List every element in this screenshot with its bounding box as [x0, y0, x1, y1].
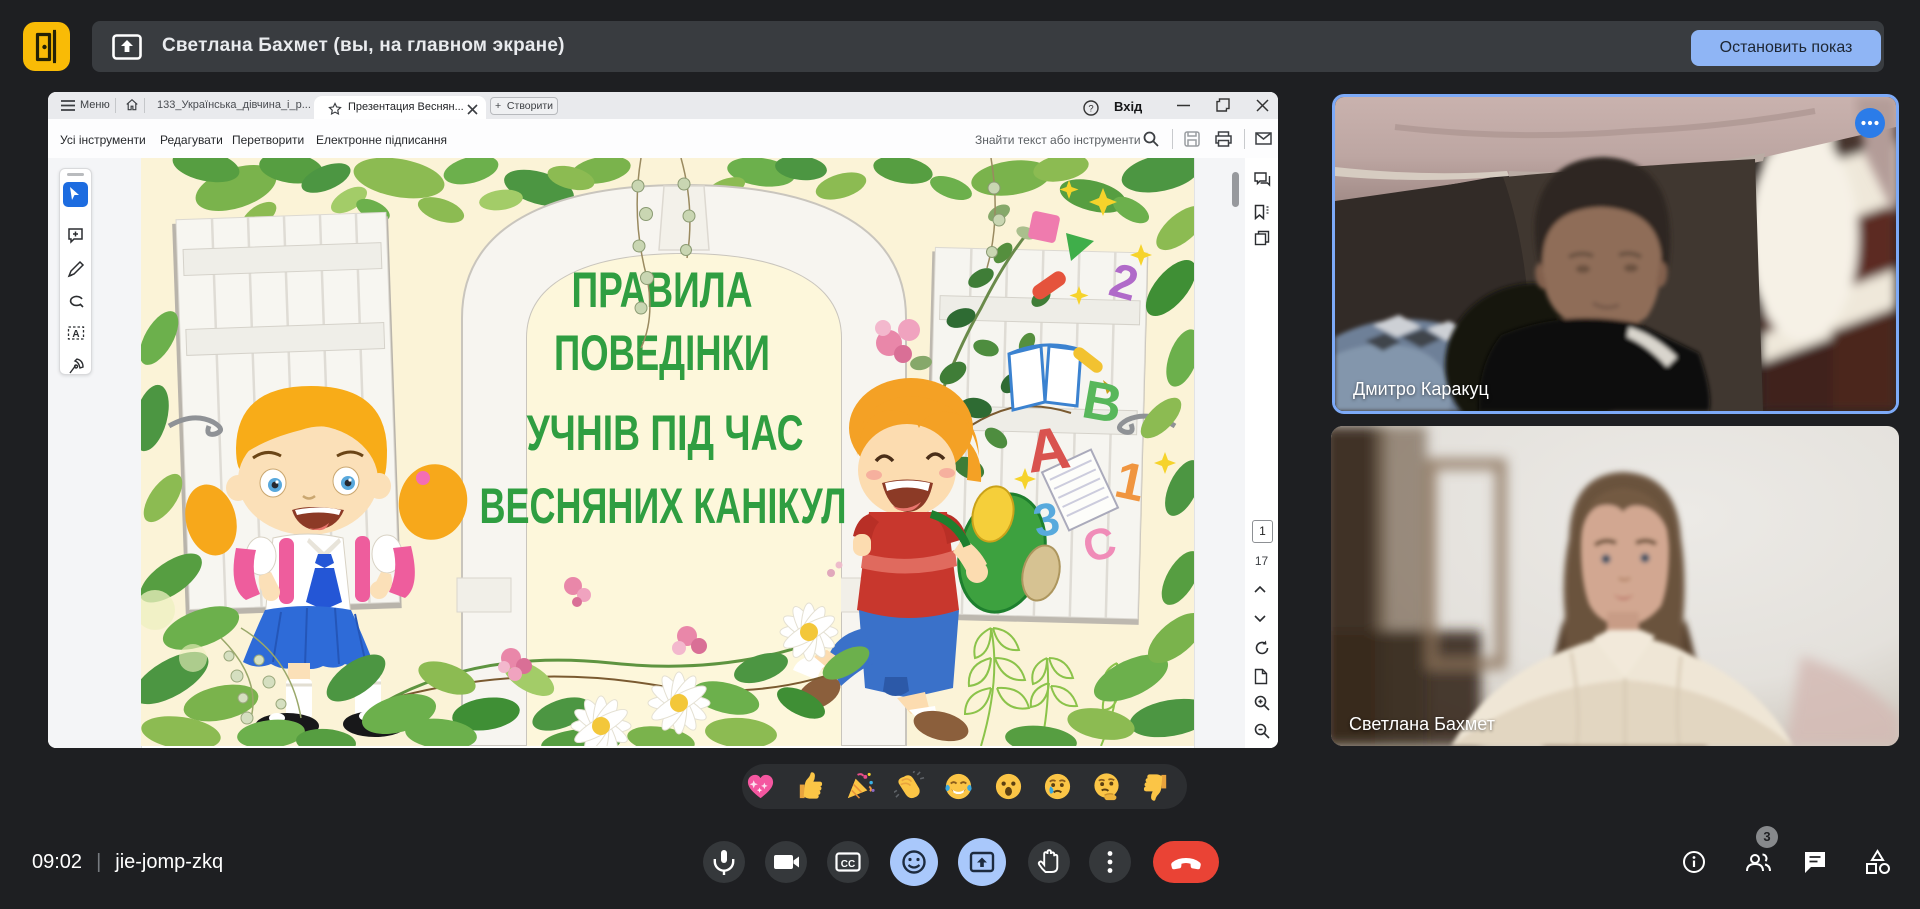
svg-text:?: ? — [1088, 103, 1093, 114]
svg-text:A: A — [1022, 413, 1074, 485]
svg-text:ПОВЕДІНКИ: ПОВЕДІНКИ — [554, 325, 770, 381]
svg-text:ВЕСНЯНИХ КАНІКУЛ: ВЕСНЯНИХ КАНІКУЛ — [480, 478, 847, 534]
svg-text:УЧНІВ ПІД ЧАС: УЧНІВ ПІД ЧАС — [527, 405, 804, 461]
svg-text:A: A — [72, 329, 79, 340]
svg-text:ПРАВИЛА: ПРАВИЛА — [572, 262, 753, 318]
svg-text:CC: CC — [841, 859, 855, 870]
